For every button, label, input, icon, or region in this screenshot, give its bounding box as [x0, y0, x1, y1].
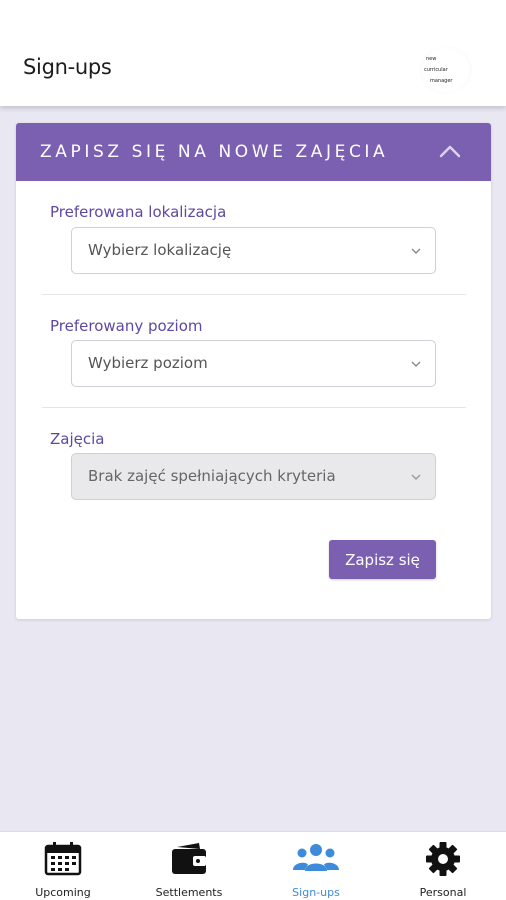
nav-label-sign-ups: Sign-ups — [292, 886, 340, 899]
card-header[interactable]: ZAPISZ SIĘ NA NOWE ZAJĘCIA — [16, 123, 491, 181]
gear-icon — [426, 842, 460, 876]
logo-text-line: manager — [430, 78, 453, 84]
users-icon — [293, 844, 339, 871]
nav-item-personal[interactable]: Personal — [380, 832, 506, 900]
signup-card: ZAPISZ SIĘ NA NOWE ZAJĘCIA Preferowana l… — [16, 123, 491, 619]
app-header: Sign-ups new curricular manager — [0, 0, 506, 106]
page-title: Sign-ups — [23, 55, 112, 79]
location-label: Preferowana lokalizacja — [50, 203, 227, 221]
classes-select: Brak zajęć spełniających kryteria — [71, 453, 436, 500]
nav-item-upcoming[interactable]: Upcoming — [0, 832, 126, 900]
nav-label-settlements: Settlements — [155, 886, 223, 899]
chevron-down-icon — [411, 361, 421, 367]
nav-item-settlements[interactable]: Settlements — [126, 832, 252, 900]
classes-select-value: Brak zajęć spełniających kryteria — [88, 467, 336, 485]
divider — [42, 407, 466, 408]
level-select-value: Wybierz poziom — [88, 354, 208, 372]
nav-label-personal: Personal — [419, 886, 467, 899]
nav-item-sign-ups[interactable]: Sign-ups — [253, 832, 379, 900]
chevron-up-icon[interactable] — [438, 141, 462, 161]
location-select[interactable]: Wybierz lokalizację — [71, 227, 436, 274]
app-logo: new curricular manager — [420, 46, 472, 94]
divider — [42, 294, 466, 295]
nav-label-upcoming: Upcoming — [35, 886, 91, 899]
chevron-down-icon — [411, 248, 421, 254]
location-select-value: Wybierz lokalizację — [88, 241, 232, 259]
wallet-icon — [172, 843, 206, 874]
chevron-down-icon — [411, 474, 421, 480]
logo-text-line: curricular — [424, 67, 448, 73]
logo-text-line: new — [426, 56, 437, 62]
level-select[interactable]: Wybierz poziom — [71, 340, 436, 387]
calendar-icon — [44, 842, 82, 876]
submit-button[interactable]: Zapisz się — [329, 540, 436, 579]
level-label: Preferowany poziom — [50, 317, 203, 335]
card-title: ZAPISZ SIĘ NA NOWE ZAJĘCIA — [40, 142, 389, 162]
classes-label: Zajęcia — [50, 430, 105, 448]
bottom-nav: Upcoming Settlements Sign-ups Personal — [0, 831, 506, 900]
